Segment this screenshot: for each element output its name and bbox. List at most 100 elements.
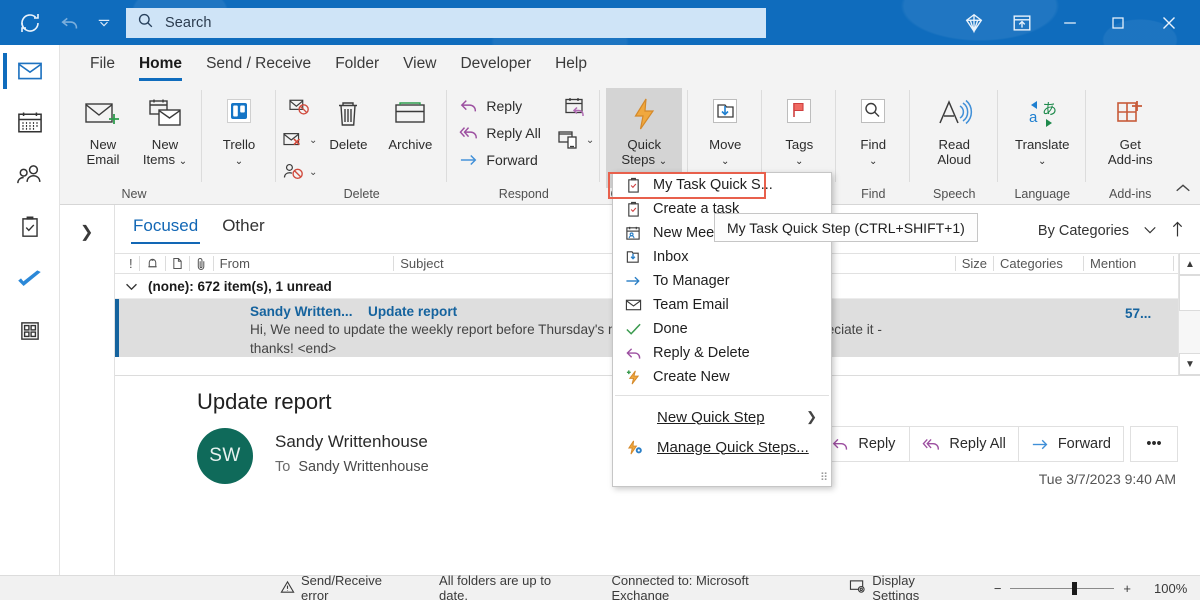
chevron-down-icon[interactable]: ⌄	[869, 156, 877, 167]
tab-developer[interactable]: Developer	[448, 55, 543, 82]
chevron-down-icon[interactable]: ⌄	[179, 156, 187, 167]
chevron-down-icon[interactable]: ⌄	[1038, 156, 1046, 167]
new-quick-step-menu-item[interactable]: New Quick Step ❯	[613, 402, 831, 432]
chevron-down-icon[interactable]: ⌄	[309, 135, 317, 146]
ignore-button[interactable]	[288, 94, 312, 122]
new-items-button[interactable]: New Items ⌄	[134, 88, 196, 169]
reply-button[interactable]: Reply	[453, 92, 546, 119]
search-input[interactable]: Search	[126, 7, 766, 38]
rail-item-more-apps[interactable]	[0, 305, 60, 357]
menu-resize-handle[interactable]: ⠿	[820, 471, 828, 484]
to-recipient: Sandy Writtenhouse	[298, 459, 429, 475]
chevron-down-icon[interactable]: ⌄	[586, 135, 594, 146]
svg-text:a: a	[1029, 109, 1038, 126]
diamond-icon[interactable]	[950, 0, 998, 45]
quick-step-create-new[interactable]: Create New	[613, 365, 831, 389]
expand-folder-pane-icon[interactable]: ❯	[80, 222, 93, 242]
column-categories[interactable]: Categories	[994, 256, 1085, 271]
maximize-icon[interactable]	[1094, 0, 1142, 45]
get-addins-button[interactable]: Get Add-ins	[1092, 88, 1168, 167]
present-icon[interactable]	[998, 0, 1046, 45]
chevron-right-icon[interactable]: ❯	[806, 409, 817, 425]
tab-file[interactable]: File	[78, 55, 127, 82]
junk-button[interactable]: ⌄	[282, 126, 317, 154]
quick-step-done[interactable]: Done	[613, 317, 831, 341]
rail-item-people[interactable]	[0, 149, 60, 201]
tab-help[interactable]: Help	[543, 55, 599, 82]
forward-label: Forward	[486, 151, 538, 168]
chevron-down-icon[interactable]: ⌄	[795, 156, 803, 167]
more-actions-button[interactable]: •••	[1130, 426, 1178, 462]
forward-button[interactable]: Forward	[1017, 426, 1124, 462]
block-sender-button[interactable]: ⌄	[282, 158, 317, 186]
sync-icon[interactable]	[10, 0, 50, 45]
meeting-button[interactable]	[563, 94, 589, 122]
display-settings-button[interactable]: Display Settings	[849, 573, 964, 600]
new-email-button[interactable]: New Email	[72, 88, 134, 167]
rail-item-todo[interactable]	[0, 253, 60, 305]
message-list-scrollbar[interactable]: ▲ ▼	[1178, 253, 1200, 375]
minimize-icon[interactable]	[1046, 0, 1094, 45]
reply-all-button[interactable]: Reply All	[909, 426, 1019, 462]
move-button[interactable]: Move ⌄	[694, 88, 756, 169]
zoom-out-button[interactable]: −	[994, 581, 1002, 596]
collapse-ribbon-icon[interactable]	[1174, 181, 1192, 200]
chevron-down-icon[interactable]: ⌄	[235, 156, 243, 167]
attachment-icon[interactable]	[190, 256, 214, 271]
rail-item-mail[interactable]	[0, 45, 60, 97]
close-icon[interactable]	[1142, 0, 1196, 45]
translate-button[interactable]: a あ Translate ⌄	[1004, 88, 1080, 169]
trello-button[interactable]: Trello ⌄	[208, 88, 270, 169]
reply-all-label: Reply All	[949, 436, 1006, 452]
scrollbar-thumb[interactable]	[1179, 275, 1200, 311]
quick-step-to-manager[interactable]: To Manager	[613, 269, 831, 293]
scroll-up-icon[interactable]: ▲	[1179, 253, 1200, 275]
archive-button[interactable]: Archive	[379, 88, 441, 152]
chevron-down-icon[interactable]: ⌄	[721, 156, 729, 167]
pivot-focused[interactable]: Focused	[123, 212, 208, 246]
quick-step-team-email[interactable]: Team Email	[613, 293, 831, 317]
delete-button[interactable]: Delete	[317, 88, 379, 152]
quick-step-inbox[interactable]: Inbox	[613, 245, 831, 269]
chevron-down-icon[interactable]: ⌄	[659, 156, 667, 167]
scroll-down-icon[interactable]: ▼	[1179, 353, 1200, 375]
delete-icon	[330, 92, 366, 136]
undo-icon[interactable]	[50, 0, 90, 45]
column-size[interactable]: Size	[954, 256, 995, 271]
folder-pane-collapsed[interactable]: ❯	[60, 205, 115, 575]
more-respond-button[interactable]: ⌄	[557, 126, 594, 154]
column-importance[interactable]: !	[115, 256, 140, 271]
read-aloud-button[interactable]: Read Aloud	[916, 88, 992, 167]
column-mention[interactable]: Mention	[1084, 256, 1174, 271]
sort-label[interactable]: By Categories	[1038, 223, 1129, 239]
zoom-in-button[interactable]: +	[1123, 581, 1131, 596]
zoom-slider[interactable]	[1010, 581, 1115, 595]
chevron-down-icon[interactable]	[125, 279, 138, 294]
chevron-down-icon[interactable]	[90, 0, 118, 45]
reminder-icon[interactable]	[140, 256, 166, 271]
tags-button[interactable]: Tags ⌄	[768, 88, 830, 169]
find-button[interactable]: Find ⌄	[842, 88, 904, 169]
zoom-percent[interactable]: 100%	[1154, 581, 1200, 596]
quick-step-reply-delete[interactable]: Reply & Delete	[613, 341, 831, 365]
sort-ascending-icon[interactable]	[1171, 219, 1184, 243]
zoom-slider-thumb[interactable]	[1072, 581, 1078, 595]
rail-item-tasks[interactable]	[0, 201, 60, 253]
tab-folder[interactable]: Folder	[323, 55, 391, 82]
chevron-down-icon[interactable]: ⌄	[309, 167, 317, 178]
manage-quick-steps-menu-item[interactable]: Manage Quick Steps...	[613, 432, 831, 462]
item-type-icon[interactable]	[166, 256, 190, 271]
quick-step-my-task[interactable]: My Task Quick S...	[613, 173, 831, 197]
send-receive-error[interactable]: Send/Receive error	[280, 573, 411, 600]
column-from[interactable]: From	[214, 256, 395, 271]
reply-all-button[interactable]: Reply All	[453, 119, 546, 146]
tab-home[interactable]: Home	[127, 55, 194, 82]
zoom-control[interactable]: − + 100%	[994, 581, 1200, 596]
manage-quick-steps-label: Manage Quick Steps...	[657, 438, 809, 456]
chevron-down-icon[interactable]	[1143, 223, 1157, 239]
rail-item-calendar[interactable]	[0, 97, 60, 149]
tab-view[interactable]: View	[391, 55, 448, 82]
pivot-other[interactable]: Other	[212, 212, 275, 246]
tab-send-receive[interactable]: Send / Receive	[194, 55, 323, 82]
forward-button[interactable]: Forward	[453, 146, 546, 173]
